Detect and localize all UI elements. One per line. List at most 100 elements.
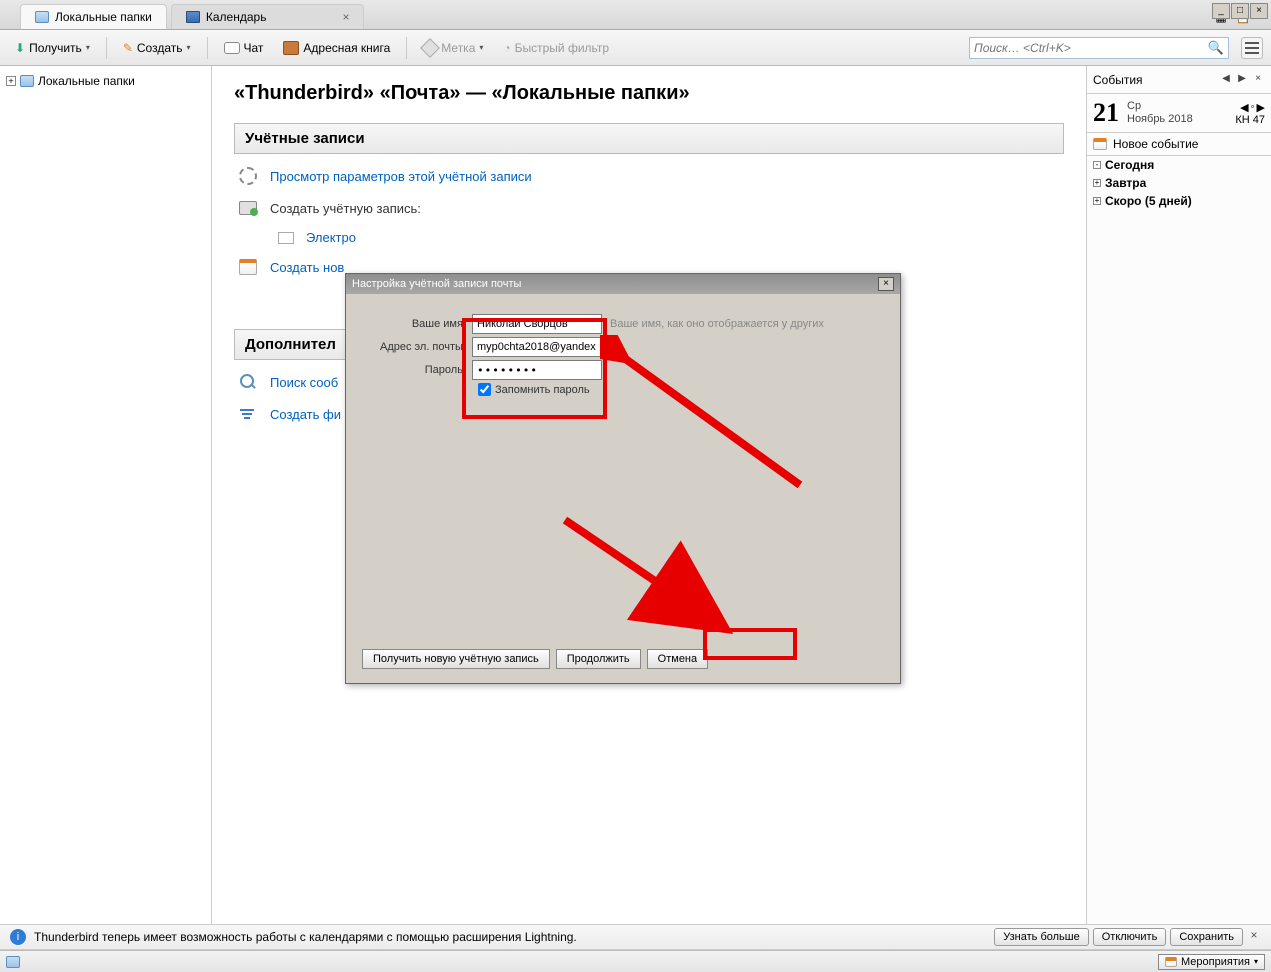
main-toolbar: ⬇ Получить ▾ ✎ Создать ▾ Чат Адресная кн… [0, 30, 1271, 66]
caret-icon: ▾ [479, 43, 483, 52]
cancel-button[interactable]: Отмена [647, 649, 708, 669]
caret-icon: ▾ [1254, 957, 1258, 966]
accounts-section-header: Учётные записи [234, 123, 1064, 154]
search-input[interactable] [974, 41, 1208, 55]
get-mail-button[interactable]: ⬇ Получить ▾ [8, 37, 97, 59]
tab-local-folders[interactable]: Локальные папки [20, 4, 167, 29]
btn-label: Метка [441, 41, 475, 55]
account-setup-dialog: Настройка учётной записи почты × Ваше им… [345, 273, 901, 684]
calendar-icon [1165, 957, 1177, 967]
date-next-icon[interactable]: ▶ [1257, 101, 1265, 114]
new-event-button[interactable]: Новое событие [1087, 133, 1271, 156]
tab-close-icon[interactable]: × [342, 10, 349, 24]
section-label: Скоро (5 дней) [1105, 194, 1192, 208]
tab-bar: Локальные папки Календарь × ▦ 📋 [0, 0, 1271, 30]
cal-prev-icon[interactable]: ◀ [1219, 73, 1233, 87]
window-minimize[interactable]: _ [1212, 3, 1230, 19]
window-maximize[interactable]: □ [1231, 3, 1249, 19]
quickfilter-button[interactable]: ◔ Быстрый фильтр [496, 37, 616, 59]
link-text: Создать нов [270, 260, 344, 275]
keep-button[interactable]: Сохранить [1170, 928, 1243, 946]
cal-close-icon[interactable]: × [1251, 73, 1265, 87]
tab-label: Календарь [206, 10, 267, 24]
link-text: Просмотр параметров этой учётной записи [270, 169, 532, 184]
separator [406, 37, 407, 59]
btn-label: Адресная книга [303, 41, 390, 55]
chat-button[interactable]: Чат [217, 37, 271, 59]
folder-local[interactable]: + Локальные папки [4, 72, 207, 90]
expand-icon[interactable]: + [1093, 179, 1101, 187]
create-button[interactable]: ✎ Создать ▾ [116, 37, 198, 59]
learn-more-button[interactable]: Узнать больше [994, 928, 1088, 946]
filter-icon: ◔ [503, 41, 510, 55]
email-field[interactable] [472, 337, 602, 357]
window-close[interactable]: × [1250, 3, 1268, 19]
date-week: КН 47 [1235, 114, 1265, 126]
date-today-icon[interactable]: ◦ [1251, 101, 1255, 114]
link-text: Электро [306, 230, 356, 245]
date-prev-icon[interactable]: ◀ [1240, 101, 1248, 114]
name-label: Ваше имя: [362, 318, 472, 330]
app-menu-button[interactable] [1241, 37, 1263, 59]
chat-icon [224, 42, 240, 54]
link-text: Поиск сооб [270, 375, 338, 390]
page-title: «Thunderbird» «Почта» — «Локальные папки… [234, 82, 1064, 105]
date-monthyear: Ноябрь 2018 [1127, 113, 1193, 126]
addressbook-button[interactable]: Адресная книга [276, 37, 397, 59]
get-new-account-button[interactable]: Получить новую учётную запись [362, 649, 550, 669]
events-soon[interactable]: + Скоро (5 дней) [1087, 192, 1271, 210]
events-tomorrow[interactable]: + Завтра [1087, 174, 1271, 192]
events-today[interactable]: - Сегодня [1087, 156, 1271, 174]
infobar-close-icon[interactable]: × [1247, 928, 1261, 942]
info-bar: i Thunderbird теперь имеет возможность р… [0, 924, 1271, 950]
remember-text: Запомнить пароль [495, 384, 590, 396]
search-box[interactable]: 🔍 [969, 37, 1229, 59]
section-label: Завтра [1105, 176, 1146, 190]
email-option-link[interactable]: Электро [278, 230, 1064, 245]
remember-checkbox[interactable] [478, 383, 491, 396]
caret-icon: ▾ [187, 43, 191, 52]
new-event-label: Новое событие [1113, 137, 1198, 151]
folder-icon [20, 75, 34, 87]
date-block: 21 Ср Ноябрь 2018 ◀ ◦ ▶ КН 47 [1087, 94, 1271, 133]
btn-label: Мероприятия [1181, 956, 1250, 968]
separator [106, 37, 107, 59]
folder-pane: + Локальные папки [0, 66, 212, 924]
name-field[interactable] [472, 314, 602, 334]
email-label: Адрес эл. почты: [362, 341, 472, 353]
calendar-pane: События ◀ ▶ × 21 Ср Ноябрь 2018 ◀ ◦ ▶ КН… [1087, 66, 1271, 924]
dialog-titlebar[interactable]: Настройка учётной записи почты × [346, 274, 900, 294]
dialog-close-icon[interactable]: × [878, 277, 894, 291]
download-icon: ⬇ [15, 41, 25, 55]
btn-label: Чат [244, 41, 264, 55]
expand-icon[interactable]: + [1093, 197, 1101, 205]
search-icon[interactable]: 🔍 [1208, 40, 1224, 56]
folder-label: Локальные папки [38, 74, 135, 88]
view-settings-link[interactable]: Просмотр параметров этой учётной записи [238, 166, 1064, 186]
create-account-heading: Создать учётную запись: [238, 198, 1064, 218]
info-text: Thunderbird теперь имеет возможность раб… [34, 930, 577, 944]
disable-button[interactable]: Отключить [1093, 928, 1167, 946]
envelope-icon [278, 232, 294, 244]
filter-icon [240, 406, 256, 422]
password-field[interactable] [472, 360, 602, 380]
cal-next-icon[interactable]: ▶ [1235, 73, 1249, 87]
calendar-header: События ◀ ▶ × [1087, 66, 1271, 94]
remember-checkbox-label[interactable]: Запомнить пароль [478, 383, 590, 396]
continue-button[interactable]: Продолжить [556, 649, 641, 669]
calendar-icon [239, 259, 257, 275]
status-bar: Мероприятия ▾ [0, 950, 1271, 972]
status-folder-icon[interactable] [6, 956, 20, 968]
tab-calendar[interactable]: Календарь × [171, 4, 365, 29]
events-panel-button[interactable]: Мероприятия ▾ [1158, 954, 1265, 970]
dialog-title-text: Настройка учётной записи почты [352, 278, 521, 290]
addressbook-icon [283, 41, 299, 55]
calendar-icon [1093, 138, 1107, 150]
pencil-icon: ✎ [123, 41, 133, 55]
expand-icon[interactable]: + [6, 76, 16, 86]
heading-text: Создать учётную запись: [270, 201, 421, 216]
tag-button[interactable]: Метка ▾ [416, 37, 490, 59]
section-label: Сегодня [1105, 158, 1154, 172]
collapse-icon[interactable]: - [1093, 161, 1101, 169]
date-weekday: Ср [1127, 100, 1193, 113]
